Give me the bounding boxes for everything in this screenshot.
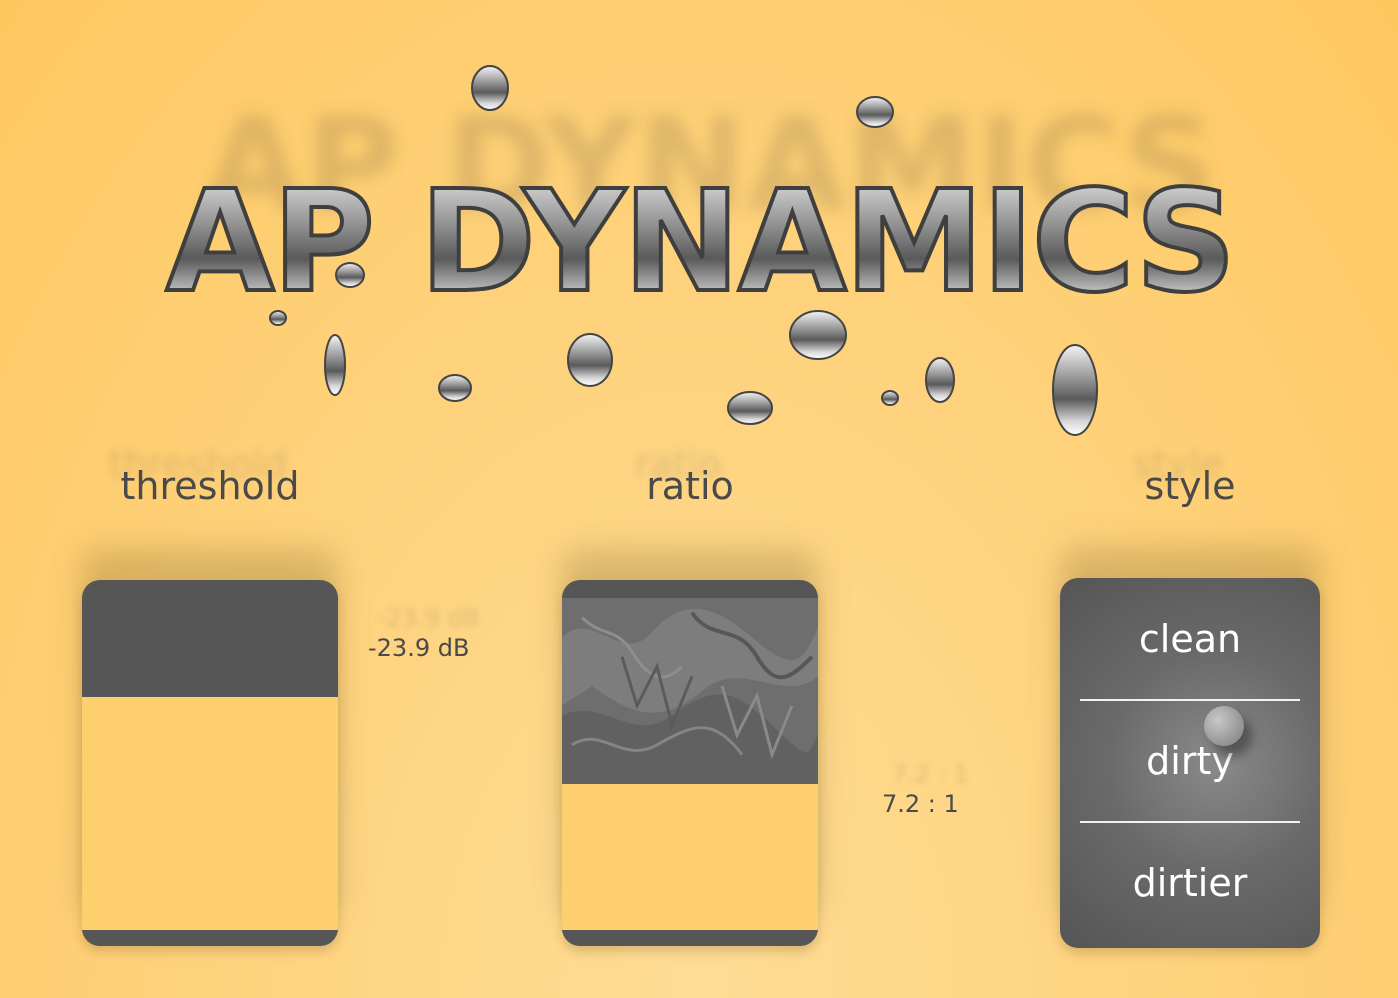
ratio-readout-wrap: 7.2 : 1 7.2 : 1 [882,760,969,818]
ratio-readout: 7.2 : 1 [882,790,959,818]
app-logo: AP DYNAMICS AP DYNAMICS [150,60,1250,440]
style-option-dirtier[interactable]: dirtier [1060,822,1320,944]
ratio-level-fill [562,784,818,930]
ratio-texture [562,598,818,784]
threshold-readout: -23.9 dB [368,634,470,662]
threshold-slider-base [82,930,338,946]
threshold-slider[interactable] [82,580,338,946]
threshold-label-wrap: threshold threshold [30,442,390,508]
style-label-wrap: style style [1010,442,1370,508]
threshold-level-fill [82,697,338,930]
style-selected-indicator[interactable] [1204,706,1244,746]
ratio-label-wrap: ratio ratio [510,442,870,508]
style-option-label: dirtier [1132,861,1248,905]
style-option-dirty[interactable]: dirty [1060,700,1320,822]
style-selector: clean dirty dirtier [1060,578,1320,948]
ratio-readout-shadow: 7.2 : 1 [892,760,969,788]
threshold-readout-shadow: -23.9 dB [378,604,480,632]
ratio-slider[interactable] [562,580,818,946]
app-title: AP DYNAMICS [166,161,1234,324]
threshold-label-shadow: threshold [108,442,288,486]
style-option-label: clean [1138,617,1242,661]
ratio-slider-base [562,930,818,946]
style-option-clean[interactable]: clean [1060,578,1320,700]
style-label-shadow: style [1132,442,1224,486]
ratio-label-shadow: ratio [634,442,722,486]
threshold-readout-wrap: -23.9 dB -23.9 dB [368,604,479,662]
